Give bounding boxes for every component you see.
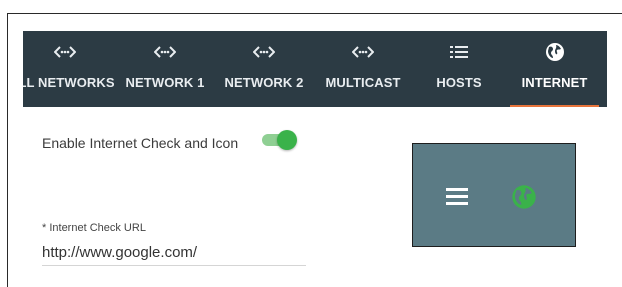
- tab-hosts[interactable]: HOSTS: [418, 31, 500, 107]
- network-icon: [120, 42, 210, 62]
- list-icon: [418, 42, 500, 62]
- tab-multicast[interactable]: MULTICAST: [318, 31, 408, 107]
- network-icon: [219, 42, 309, 62]
- tab-label: NETWORK 2: [224, 75, 304, 90]
- enable-internet-check-label: Enable Internet Check and Icon: [42, 135, 239, 151]
- tab-network-2[interactable]: NETWORK 2: [219, 31, 309, 107]
- network-icon: [318, 42, 408, 62]
- internet-check-url-input[interactable]: [42, 240, 306, 266]
- enable-internet-check-toggle[interactable]: [260, 128, 298, 150]
- tab-internet[interactable]: INTERNET: [510, 31, 599, 107]
- tab-label: HOSTS: [436, 75, 482, 90]
- tab-label: MULTICAST: [325, 75, 401, 90]
- internet-check-url-label: * Internet Check URL: [42, 222, 146, 234]
- tab-label: ALL NETWORKS: [23, 75, 115, 90]
- globe-icon: [510, 42, 599, 62]
- globe-icon: [511, 184, 537, 215]
- tab-label: NETWORK 1: [125, 75, 205, 90]
- network-icon: [23, 42, 121, 62]
- tab-all-networks[interactable]: ALL NETWORKS: [23, 31, 121, 107]
- active-tab-indicator: [510, 105, 599, 107]
- tab-label: INTERNET: [521, 75, 588, 90]
- tab-network-1[interactable]: NETWORK 1: [120, 31, 210, 107]
- icon-preview: [412, 143, 576, 247]
- toggle-knob: [277, 130, 297, 150]
- menu-icon: [446, 188, 468, 210]
- network-tab-bar: ALL NETWORKS NETWORK 1 NETWORK 2 MULTICA…: [23, 31, 607, 107]
